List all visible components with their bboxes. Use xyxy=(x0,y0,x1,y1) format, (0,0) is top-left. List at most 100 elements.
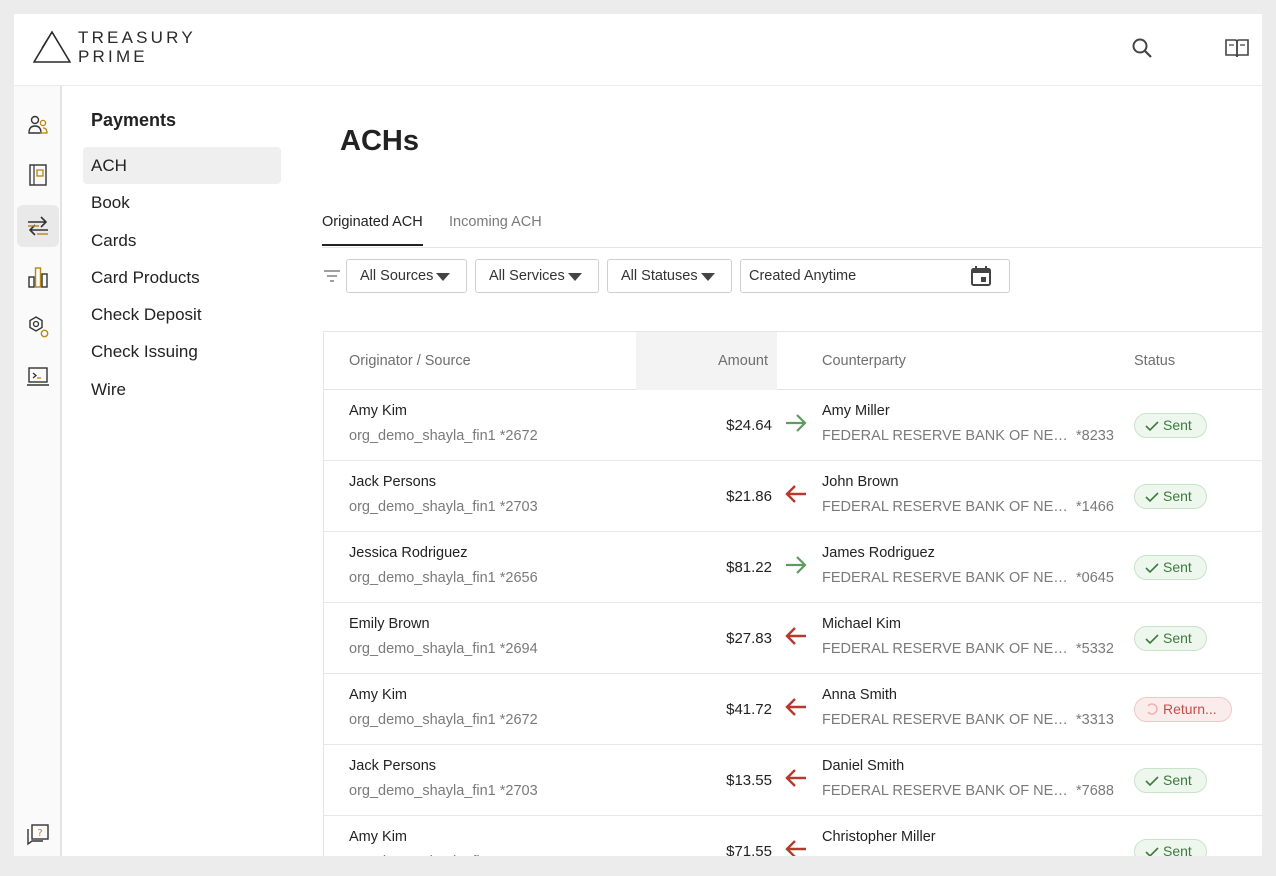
settings-gear-icon xyxy=(29,316,49,338)
created-date-value: Created Anytime xyxy=(749,268,857,284)
originator-name: Jessica Rodriguez xyxy=(349,545,468,561)
rail-developer[interactable] xyxy=(17,356,59,398)
subnav-title: Payments xyxy=(91,110,177,130)
originator-source: org_demo_shayla_fin1 *2656 xyxy=(349,570,538,586)
amount-value: $27.83 xyxy=(726,630,772,647)
subnav-item-ach[interactable]: ACH xyxy=(83,147,281,185)
status-badge: Sent xyxy=(1134,768,1207,793)
status-label: Return... xyxy=(1163,701,1217,717)
incoming-arrow-icon xyxy=(785,840,806,856)
triangle-logo-icon xyxy=(32,30,72,63)
amount-value: $41.72 xyxy=(726,701,772,718)
svg-text:?: ? xyxy=(37,828,42,839)
status-badge: Sent xyxy=(1134,555,1207,580)
statuses-select-value: All Statuses xyxy=(621,268,698,284)
counterparty-account: *5332 xyxy=(1076,641,1114,657)
check-icon xyxy=(1145,776,1159,787)
counterparty-bank: FEDERAL RESERVE BANK OF NEW YORK xyxy=(822,783,1070,799)
ach-tabs: Originated ACH Incoming ACH xyxy=(322,198,1262,248)
table-row[interactable]: Jack Persons org_demo_shayla_fin1 *2703 $2… xyxy=(324,461,1262,532)
tab-originated-ach[interactable]: Originated ACH xyxy=(322,198,423,246)
chevron-down-icon xyxy=(568,273,582,281)
status-badge: Return... xyxy=(1134,697,1232,722)
table-row[interactable]: Emily Brown org_demo_shayla_fin1 *2694 $27… xyxy=(324,603,1262,674)
rail-payments[interactable] xyxy=(17,205,59,247)
status-label: Sent xyxy=(1163,843,1192,856)
counterparty-account: *3313 xyxy=(1076,712,1114,728)
originator-source: org_demo_shayla_fin1 *2672 xyxy=(349,712,538,728)
status-badge: Sent xyxy=(1134,484,1207,509)
rail-help[interactable]: ? xyxy=(17,814,59,856)
subnav-item-wire[interactable]: Wire xyxy=(83,371,281,408)
originator-name: Amy Kim xyxy=(349,403,407,419)
originator-name: Jack Persons xyxy=(349,474,437,490)
status-label: Sent xyxy=(1163,417,1192,433)
table-header: Originator / Source Amount Counterparty … xyxy=(324,332,1262,390)
incoming-arrow-icon xyxy=(785,485,806,503)
counterparty-bank: FEDERAL RESERVE BANK OF NEW YORK xyxy=(822,641,1070,657)
created-date-field[interactable]: Created Anytime xyxy=(740,259,1010,293)
header-originator[interactable]: Originator / Source xyxy=(349,332,471,390)
counterparty-name: Michael Kim xyxy=(822,616,901,632)
subnav-item-cards[interactable]: Cards xyxy=(83,222,281,259)
check-icon xyxy=(1145,492,1159,503)
return-icon xyxy=(1147,703,1158,715)
originator-source: org_demo_shayla_fin1 *2672 xyxy=(349,854,538,856)
brand-wordmark: TREASURY PRIME xyxy=(78,28,196,66)
terminal-icon xyxy=(27,367,49,386)
status-badge: Sent xyxy=(1134,839,1207,856)
table-row[interactable]: Jack Persons org_demo_shayla_fin1 *2703 $1… xyxy=(324,745,1262,816)
status-badge: Sent xyxy=(1134,626,1207,651)
table-row[interactable]: Amy Kim org_demo_shayla_fin1 *2672 $71.55 C… xyxy=(324,816,1262,856)
amount-value: $21.86 xyxy=(726,488,772,505)
header-amount[interactable]: Amount xyxy=(718,332,768,390)
counterparty-name: Anna Smith xyxy=(822,687,897,703)
header-counterparty[interactable]: Counterparty xyxy=(822,332,906,390)
counterparty-bank: FEDERAL RESERVE BANK OF NEW YORK xyxy=(822,499,1070,515)
search-icon[interactable] xyxy=(1130,36,1156,62)
calendar-icon[interactable] xyxy=(969,264,993,288)
rail-reports[interactable] xyxy=(17,256,59,298)
brand-logo[interactable]: TREASURY PRIME xyxy=(32,28,202,68)
status-label: Sent xyxy=(1163,772,1192,788)
filter-icon[interactable] xyxy=(322,267,342,285)
originator-source: org_demo_shayla_fin1 *2672 xyxy=(349,428,538,444)
table-row[interactable]: Amy Kim org_demo_shayla_fin1 *2672 $24.64 A… xyxy=(324,390,1262,461)
originator-source: org_demo_shayla_fin1 *2694 xyxy=(349,641,538,657)
payments-subnav: Payments ACH Book Cards Card Products Ch… xyxy=(64,86,294,856)
amount-value: $71.55 xyxy=(726,843,772,856)
sources-select[interactable]: All Sources xyxy=(346,259,467,293)
services-select[interactable]: All Services xyxy=(475,259,599,293)
incoming-arrow-icon xyxy=(785,769,806,787)
rail-settings[interactable] xyxy=(17,306,59,348)
brand-line-1: TREASURY xyxy=(78,28,196,47)
chevron-down-icon xyxy=(436,273,450,281)
originator-name: Jack Persons xyxy=(349,758,437,774)
originator-source: org_demo_shayla_fin1 *2703 xyxy=(349,499,538,515)
subnav-item-check-issuing[interactable]: Check Issuing xyxy=(83,333,281,370)
rail-ledger[interactable] xyxy=(17,154,59,196)
check-icon xyxy=(1145,847,1159,856)
rail-users[interactable] xyxy=(17,104,59,146)
subnav-item-check-deposit[interactable]: Check Deposit xyxy=(83,296,281,333)
counterparty-account: *8233 xyxy=(1076,428,1114,444)
originator-source: org_demo_shayla_fin1 *2703 xyxy=(349,783,538,799)
services-select-value: All Services xyxy=(489,268,565,284)
book-icon[interactable] xyxy=(1224,36,1250,62)
counterparty-name: Daniel Smith xyxy=(822,758,905,774)
app-window: TREASURY PRIME ? Payments ACH Book Cards… xyxy=(14,14,1262,856)
bar-chart-icon xyxy=(28,267,48,288)
brand-line-2: PRIME xyxy=(78,47,148,66)
counterparty-account: *6022 xyxy=(1076,854,1114,856)
header-status[interactable]: Status xyxy=(1134,332,1175,390)
originator-name: Emily Brown xyxy=(349,616,430,632)
subnav-item-book[interactable]: Book xyxy=(83,184,281,221)
check-icon xyxy=(1145,563,1159,574)
originator-name: Amy Kim xyxy=(349,687,407,703)
subnav-item-card-products[interactable]: Card Products xyxy=(83,259,281,296)
table-row[interactable]: Jessica Rodriguez org_demo_shayla_fin1 *2… xyxy=(324,532,1262,603)
table-row[interactable]: Amy Kim org_demo_shayla_fin1 *2672 $41.72 A… xyxy=(324,674,1262,745)
tab-incoming-ach[interactable]: Incoming ACH xyxy=(449,198,542,246)
statuses-select[interactable]: All Statuses xyxy=(607,259,732,293)
transfer-icon xyxy=(28,216,48,236)
